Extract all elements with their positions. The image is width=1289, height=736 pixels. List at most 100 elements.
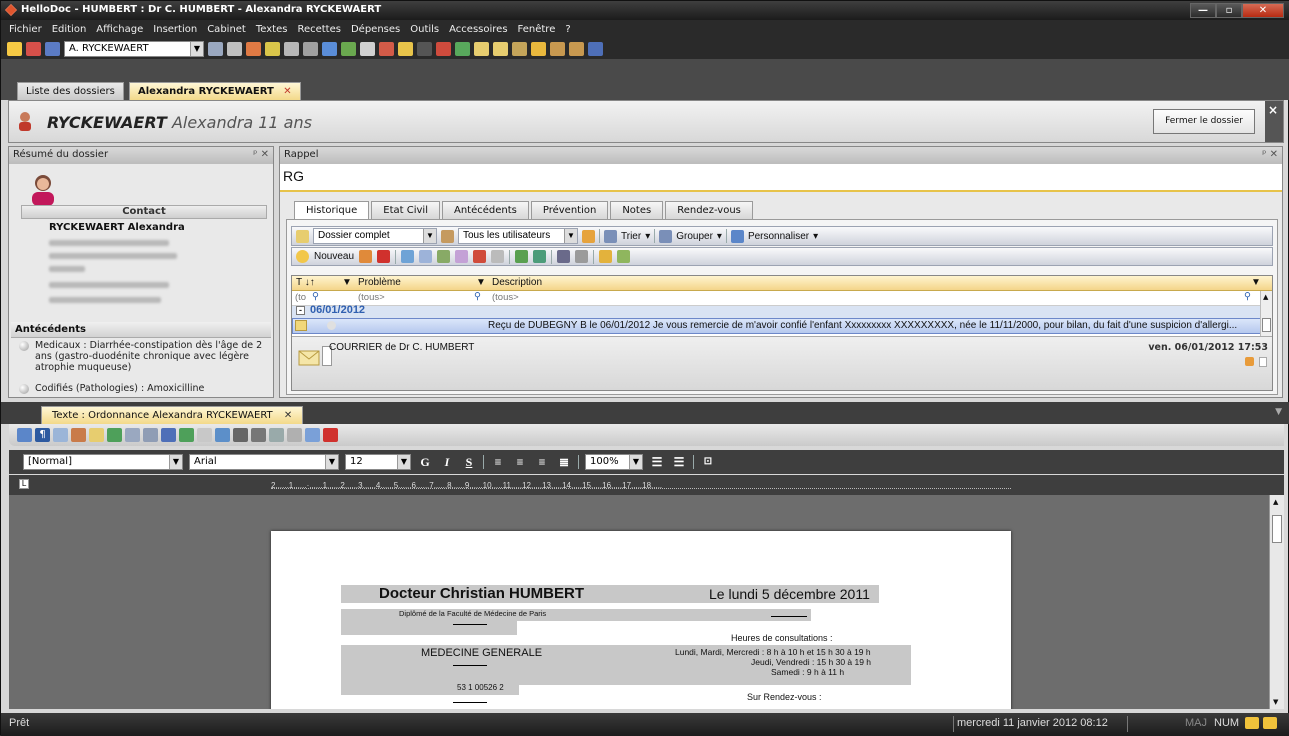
col-description-header[interactable]: Description <box>492 277 542 288</box>
chevron-down-icon[interactable]: ▼ <box>169 455 182 469</box>
document-page[interactable]: Docteur Christian HUMBERT Le lundi 5 déc… <box>271 531 1011 709</box>
chevron-down-icon[interactable]: ▼ <box>476 277 486 288</box>
note-icon[interactable] <box>491 250 505 263</box>
close-doc-icon[interactable] <box>323 428 338 442</box>
chevron-down-icon[interactable]: ▼ <box>423 229 436 243</box>
save-icon[interactable] <box>17 428 32 442</box>
chevron-down-icon[interactable]: ▼ <box>1251 277 1261 288</box>
menu-recettes[interactable]: Recettes <box>297 24 341 35</box>
stethoscope-icon[interactable] <box>437 250 451 263</box>
menu-textes[interactable]: Textes <box>256 24 288 35</box>
tab-historique[interactable]: Historique <box>294 201 370 220</box>
search-icon[interactable]: ⚲ <box>474 291 481 302</box>
form-icon[interactable] <box>143 428 158 442</box>
tab-rendez-vous[interactable]: Rendez-vous <box>665 201 753 219</box>
tab-prevention[interactable]: Prévention <box>530 201 609 219</box>
editor-scrollbar[interactable]: ▲ ▼ <box>1269 495 1284 709</box>
scroll-thumb[interactable] <box>1272 515 1282 543</box>
scan-icon[interactable] <box>161 428 176 442</box>
align-center-icon[interactable]: ≡ <box>512 454 528 470</box>
collapse-icon[interactable]: - <box>296 306 305 315</box>
numbered-list-icon[interactable]: ☰ <box>649 454 665 470</box>
doc-icon[interactable] <box>287 428 302 442</box>
editor-area[interactable]: Docteur Christian HUMBERT Le lundi 5 déc… <box>9 495 1269 709</box>
export-icon[interactable] <box>533 250 547 263</box>
insert-patient-icon[interactable] <box>71 428 86 442</box>
copy-icon[interactable] <box>284 41 299 56</box>
size-combo[interactable]: 12 ▼ <box>345 454 411 470</box>
close-window-button[interactable]: ✕ <box>1242 3 1284 18</box>
filter-description[interactable]: (tous> <box>492 292 519 303</box>
tab-notes[interactable]: Notes <box>610 201 664 219</box>
pencil-icon[interactable] <box>359 250 373 263</box>
tab-etat-civil[interactable]: Etat Civil <box>371 201 440 219</box>
underline-button[interactable]: S <box>461 454 477 470</box>
paragraph-icon[interactable]: ¶ <box>35 428 50 442</box>
pin-icon[interactable]: ᵖ ✕ <box>1262 147 1278 163</box>
menu-outils[interactable]: Outils <box>410 24 439 35</box>
up-icon[interactable] <box>599 250 613 263</box>
flag-icon[interactable] <box>473 250 487 263</box>
add-icon[interactable] <box>179 428 194 442</box>
folder-icon[interactable] <box>89 428 104 442</box>
delete-icon[interactable] <box>377 250 391 263</box>
font-combo[interactable]: Arial ▼ <box>189 454 339 470</box>
chevron-down-icon[interactable]: ▼ <box>629 455 642 469</box>
tab-stop-icon[interactable]: ⊡ <box>700 454 716 470</box>
red-dot-icon[interactable] <box>436 41 451 56</box>
down-icon[interactable] <box>617 250 631 263</box>
fax-icon[interactable] <box>233 428 248 442</box>
menu-fichier[interactable]: Fichier <box>9 24 42 35</box>
archive-icon[interactable] <box>550 41 565 56</box>
mail-status-icon[interactable] <box>1263 717 1277 729</box>
chevron-down-icon[interactable]: ▼ <box>190 41 203 56</box>
table-icon[interactable] <box>125 428 140 442</box>
image-icon[interactable] <box>53 428 68 442</box>
chevron-down-icon[interactable]: ▼ <box>342 277 352 288</box>
menu-depenses[interactable]: Dépenses <box>351 24 400 35</box>
zoom-combo[interactable]: 100% ▼ <box>585 454 643 470</box>
group-row[interactable]: - 06/01/2012 <box>292 304 1262 318</box>
search-icon[interactable] <box>322 41 337 56</box>
copy-icon[interactable] <box>215 428 230 442</box>
style-combo[interactable]: [Normal] ▼ <box>23 454 183 470</box>
grouper-button[interactable]: Grouper <box>676 231 713 242</box>
patient-icon[interactable] <box>26 41 41 56</box>
trier-button[interactable]: Trier <box>621 231 641 242</box>
tab-type-icon[interactable]: L <box>19 479 29 489</box>
chevron-down-icon[interactable]: ▼ <box>564 229 577 243</box>
medication-icon[interactable] <box>107 428 122 442</box>
patient-combo[interactable]: A. RYCKEWAERT ▼ <box>64 40 204 57</box>
scroll-thumb[interactable] <box>1262 318 1271 332</box>
spellcheck-icon[interactable] <box>305 428 320 442</box>
rappel-input[interactable]: RG <box>280 164 1282 192</box>
menu-help[interactable]: ? <box>565 24 570 35</box>
personnaliser-button[interactable]: Personnaliser <box>748 231 809 242</box>
antecedents-header[interactable]: Antécédents <box>11 322 271 338</box>
chart-icon[interactable] <box>341 41 356 56</box>
tab-liste-dossiers[interactable]: Liste des dossiers <box>17 82 124 100</box>
help-icon[interactable] <box>398 41 413 56</box>
maximize-button[interactable]: ▫ <box>1216 3 1242 18</box>
minimize-button[interactable]: — <box>1190 3 1216 18</box>
close-tab-icon[interactable]: ✕ <box>284 410 292 421</box>
form-icon[interactable] <box>360 41 375 56</box>
scroll-up-icon[interactable]: ▲ <box>1263 293 1268 301</box>
preview-icon[interactable] <box>227 41 242 56</box>
list-icon[interactable] <box>419 250 433 263</box>
grid-scrollbar[interactable]: ▲ <box>1260 291 1272 336</box>
archive2-icon[interactable] <box>569 41 584 56</box>
dossier-filter-combo[interactable]: Dossier complet ▼ <box>313 228 437 244</box>
filter-t[interactable]: (to <box>295 292 306 303</box>
chevron-down-icon[interactable]: ▼ <box>325 455 338 469</box>
users-filter-combo[interactable]: Tous les utilisateurs ▼ <box>458 228 578 244</box>
paste-icon[interactable] <box>303 41 318 56</box>
menu-fenetre[interactable]: Fenêtre <box>518 24 556 35</box>
chevron-down-icon[interactable]: ▾ <box>717 231 722 242</box>
pin-icon[interactable]: ᵖ ✕ <box>253 147 269 163</box>
col-t-header[interactable]: T ↓↑ <box>296 277 315 288</box>
home-icon[interactable] <box>531 41 546 56</box>
search-icon[interactable]: ⚲ <box>312 291 319 302</box>
justify-icon[interactable]: ≣ <box>556 454 572 470</box>
menu-accessoires[interactable]: Accessoires <box>449 24 507 35</box>
